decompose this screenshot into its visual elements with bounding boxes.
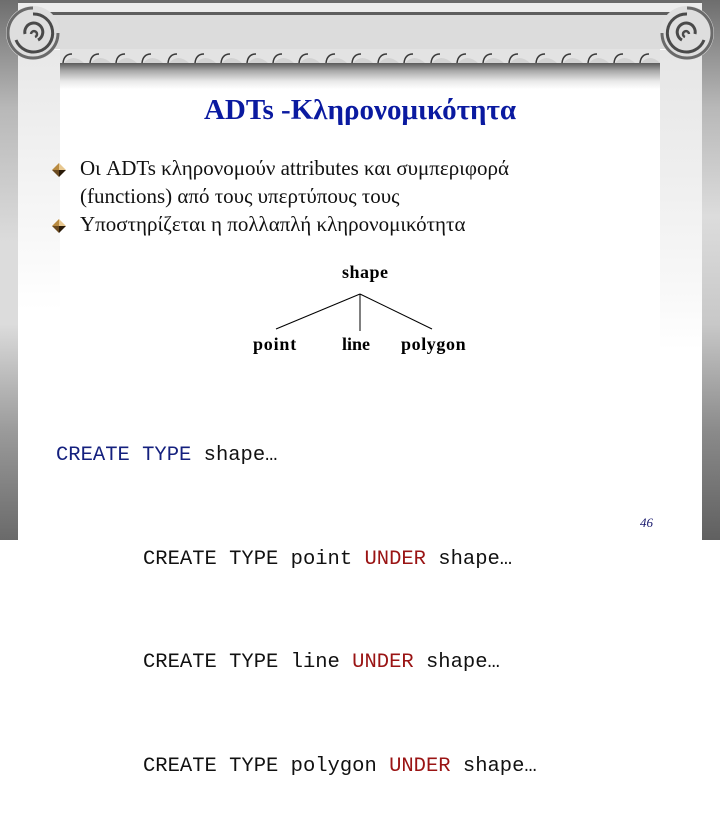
code-block: CREATE TYPE shape… CREATE TYPE point UND… bbox=[56, 370, 537, 819]
code-keyword-under: UNDER bbox=[389, 754, 451, 778]
scallop-arcs-icon bbox=[62, 53, 660, 63]
code-identifier: shape… bbox=[426, 651, 500, 674]
code-identifier: shape… bbox=[462, 754, 537, 778]
bullet-text-line: Υποστηρίζεται η πολλαπλή κληρονομικότητα bbox=[80, 212, 466, 236]
volute-spiral-icon bbox=[660, 6, 714, 60]
code-keyword-under: UNDER bbox=[364, 547, 426, 571]
code-keyword: CREATE TYPE bbox=[143, 547, 279, 571]
code-keyword: CREATE TYPE bbox=[143, 651, 279, 674]
diamond-bullet-icon bbox=[52, 163, 66, 177]
code-identifier: line bbox=[290, 651, 340, 674]
column-capital bbox=[0, 0, 720, 89]
bullet-list: Οι ADTs κληρονομούν attributes και συμπε… bbox=[52, 154, 652, 238]
code-line: CREATE TYPE polygon UNDER shape… bbox=[56, 750, 537, 785]
code-line: CREATE TYPE shape… bbox=[56, 439, 537, 474]
tree-edge-point bbox=[275, 293, 361, 330]
code-line: CREATE TYPE point UNDER shape… bbox=[56, 543, 537, 578]
tree-edge-polygon bbox=[359, 293, 433, 330]
frame-left-bar bbox=[0, 0, 18, 540]
diamond-bullet-icon bbox=[52, 219, 66, 233]
bullet-item: Οι ADTs κληρονομούν attributes και συμπε… bbox=[52, 154, 652, 210]
capital-body bbox=[40, 15, 680, 49]
tree-node-child: line bbox=[342, 334, 371, 354]
frame-right-bar bbox=[702, 0, 720, 540]
code-identifier: shape… bbox=[203, 444, 278, 467]
slide-title: ADTs -Κληρονομικότητα bbox=[203, 94, 517, 126]
code-keyword-under: UNDER bbox=[352, 651, 414, 674]
code-identifier: polygon bbox=[290, 754, 377, 778]
capital-scallop-band bbox=[60, 49, 660, 63]
code-identifier: shape… bbox=[438, 547, 513, 571]
page-number: 46 bbox=[640, 515, 653, 530]
capital-light-strip bbox=[18, 3, 702, 12]
volute-spiral-icon bbox=[6, 6, 60, 60]
bullet-text-line: Οι ADTs κληρονομούν attributes και συμπε… bbox=[80, 156, 509, 180]
bullet-item: Υποστηρίζεται η πολλαπλή κληρονομικότητα bbox=[52, 210, 652, 238]
code-keyword: CREATE TYPE bbox=[143, 754, 279, 778]
code-keyword: CREATE TYPE bbox=[56, 444, 192, 467]
code-identifier: point bbox=[290, 547, 353, 571]
code-line: CREATE TYPE line UNDER shape… bbox=[56, 646, 537, 681]
bullet-text-line: (functions) από τους υπερτύπους τους bbox=[80, 184, 400, 208]
tree-node-root: shape bbox=[342, 262, 389, 282]
tree-node-child: point bbox=[253, 334, 298, 354]
tree-node-child: polygon bbox=[401, 334, 467, 354]
capital-shadow bbox=[60, 63, 660, 89]
